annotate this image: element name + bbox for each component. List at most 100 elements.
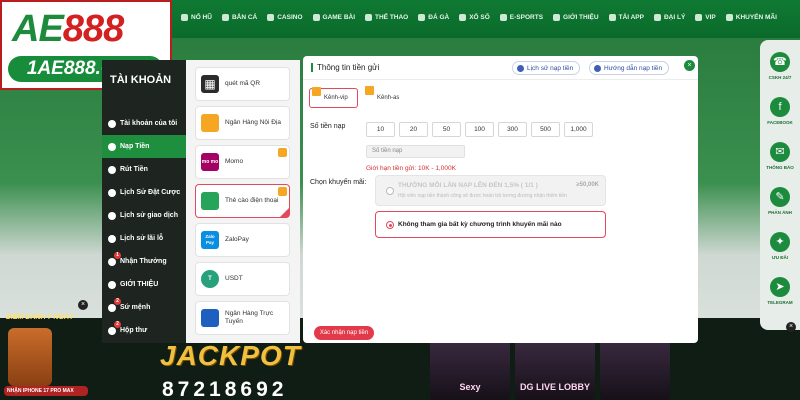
game-thumb-dg[interactable]: DG LIVE LOBBY xyxy=(515,340,595,400)
payment-method-3[interactable]: Thẻ cào điện thoại xyxy=(195,184,290,218)
payment-method-6[interactable]: Ngân Hàng Trực Tuyến xyxy=(195,301,290,335)
right-bar-label: THÔNG BÁO xyxy=(766,165,794,170)
payment-method-label: Momo xyxy=(225,158,244,165)
game-thumb-sexy[interactable]: Sexy xyxy=(430,340,510,400)
right-bar-item-5[interactable]: ➤ TELEGRAM xyxy=(764,273,796,317)
promo-option-desc: Hội viên nạp tiền thành công sẽ được hoà… xyxy=(398,193,567,199)
account-menu-item-4[interactable]: Lịch sử giao dịch xyxy=(102,204,186,227)
notification-badge: 1 xyxy=(114,252,121,259)
account-menu-label: Nhận Thưởng xyxy=(120,258,167,265)
nav-items: NỔ HŨ BẮN CÁ CASINO GAME BÀI THỂ THAO ĐÁ GÀ XỔ… xyxy=(176,14,782,21)
logo-wordmark: AE888 xyxy=(12,8,124,51)
payment-method-2[interactable]: mo mo Momo xyxy=(195,145,290,179)
menu-icon xyxy=(108,234,116,243)
nav-item-12[interactable]: KHUYẾN MÃI xyxy=(721,14,782,21)
nav-item-4[interactable]: THỂ THAO xyxy=(360,14,413,21)
account-menu-item-7[interactable]: GIỚI THIỆU xyxy=(102,273,186,296)
nav-label: XỔ SỐ xyxy=(469,14,490,21)
menu-icon xyxy=(108,142,116,151)
nav-icon xyxy=(418,14,426,21)
account-menu-label: Lịch sử lãi lỗ xyxy=(120,235,164,242)
channel-vip[interactable]: Kênh-vip xyxy=(309,87,358,108)
nav-item-10[interactable]: ĐẠI LÝ xyxy=(649,14,690,21)
nav-label: ĐÁ GÀ xyxy=(428,14,450,21)
promo-radio-selected xyxy=(386,221,394,229)
zalopay-icon: Zalo Pay xyxy=(201,231,219,249)
payment-method-1[interactable]: Ngân Hàng Nội Địa xyxy=(195,106,290,140)
amount-option-1,000[interactable]: 1,000 xyxy=(564,122,593,137)
nav-label: THỂ THAO xyxy=(375,14,409,21)
amount-option-500[interactable]: 500 xyxy=(531,122,560,137)
right-bar-item-4[interactable]: ✦ ƯU ĐÃI xyxy=(764,228,796,272)
account-menu-item-1[interactable]: Nạp Tiền xyxy=(102,135,186,158)
account-panel: TÀI KHOẢN Tài khoản của tôi Nạp Tiền Rút T… xyxy=(102,60,186,343)
right-bar-item-1[interactable]: f FACEBOOK xyxy=(764,93,796,137)
account-title: TÀI KHOẢN xyxy=(110,74,172,86)
deposit-guide-button[interactable]: Hướng dẫn nạp tiền xyxy=(589,61,670,75)
amount-option-10[interactable]: 10 xyxy=(366,122,395,137)
channel-label: Kênh-vip xyxy=(324,95,348,101)
nav-icon xyxy=(312,14,320,21)
right-bar-item-2[interactable]: ✉ THÔNG BÁO xyxy=(764,138,796,182)
nav-item-11[interactable]: VIP xyxy=(690,14,720,21)
amount-option-50[interactable]: 50 xyxy=(432,122,461,137)
nav-item-3[interactable]: GAME BÀI xyxy=(308,14,361,21)
account-menu-item-5[interactable]: Lịch sử lãi lỗ xyxy=(102,227,186,250)
jackpot-number: 87218692 xyxy=(162,378,288,400)
payment-method-label: quét mã QR xyxy=(225,80,261,87)
right-bar-item-0[interactable]: ☎ CSKH 24/7 xyxy=(764,48,796,92)
account-menu-label: Rút Tiền xyxy=(120,166,148,173)
nav-item-5[interactable]: ĐÁ GÀ xyxy=(413,14,454,21)
close-icon[interactable]: × xyxy=(684,60,695,71)
payment-method-5[interactable]: T USDT xyxy=(195,262,290,296)
amount-option-100[interactable]: 100 xyxy=(465,122,494,137)
amount-option-300[interactable]: 300 xyxy=(498,122,527,137)
account-menu-item-0[interactable]: Tài khoản của tôi xyxy=(102,112,186,135)
account-menu-item-6[interactable]: Nhận Thưởng 1 xyxy=(102,250,186,273)
nav-item-2[interactable]: CASINO xyxy=(262,14,307,21)
nav-item-7[interactable]: E-SPORTS xyxy=(495,14,548,21)
promo-close-icon[interactable]: × xyxy=(78,300,88,310)
nav-item-1[interactable]: BẮN CÁ xyxy=(217,14,262,21)
right-bar-label: FACEBOOK xyxy=(767,120,793,125)
jackpot-banner[interactable]: JACKPOT 87218692 xyxy=(150,340,380,400)
channel-as[interactable]: Kênh-as xyxy=(363,86,413,108)
form-header: Thông tin tiền gửi xyxy=(311,63,379,72)
nav-item-9[interactable]: TẢI APP xyxy=(604,14,649,21)
promo-option-min: ≥50,00K xyxy=(576,182,599,188)
header-divider xyxy=(303,79,698,80)
menu-icon xyxy=(108,188,116,197)
account-menu-item-9[interactable]: Hộp thư 2 xyxy=(102,319,186,342)
payment-method-4[interactable]: Zalo Pay ZaloPay xyxy=(195,223,290,257)
amount-input[interactable]: Số tiền nạp xyxy=(366,145,465,158)
confirm-deposit-button[interactable]: Xác nhận nạp tiền xyxy=(314,326,374,340)
payment-method-0[interactable]: ▦ quét mã QR xyxy=(195,67,290,101)
nav-item-6[interactable]: XỔ SỐ xyxy=(454,14,495,21)
logo-number: 888 xyxy=(62,8,124,50)
right-bar-close-icon[interactable]: × xyxy=(786,322,796,332)
header-accent-bar xyxy=(311,63,313,72)
amount-option-20[interactable]: 20 xyxy=(399,122,428,137)
right-bar-label: PHẢN ÁNH xyxy=(768,210,792,215)
daily-checkin-promo[interactable]: ĐIỂM DANH 7 NGÀY NHẬN IPHONE 17 PRO MAX xyxy=(0,300,90,400)
account-menu-label: Sứ mệnh xyxy=(120,304,151,311)
promo-option-none[interactable]: Không tham gia bất kỳ chương trình khuyế… xyxy=(375,211,606,238)
nav-icon xyxy=(181,14,188,21)
right-bar-item-3[interactable]: ✎ PHẢN ÁNH xyxy=(764,183,796,227)
nav-icon xyxy=(695,14,703,21)
nav-label: KHUYẾN MÃI xyxy=(735,14,777,21)
account-menu-item-2[interactable]: Rút Tiền xyxy=(102,158,186,181)
account-menu-item-8[interactable]: Sứ mệnh 2 xyxy=(102,296,186,319)
game-thumb-3[interactable] xyxy=(600,340,670,400)
nav-label: GAME BÀI xyxy=(322,14,356,21)
deposit-history-button[interactable]: Lịch sử nạp tiền xyxy=(512,61,581,75)
account-menu-label: Lịch Sử Đặt Cược xyxy=(120,189,181,196)
account-menu-item-3[interactable]: Lịch Sử Đặt Cược xyxy=(102,181,186,204)
phone-image xyxy=(8,328,52,386)
payment-method-label: Ngân Hàng Nội Địa xyxy=(225,119,282,126)
nav-item-8[interactable]: GIỚI THIỆU xyxy=(548,14,604,21)
nav-label: ĐẠI LÝ xyxy=(663,14,686,21)
payment-methods: ▦ quét mã QR Ngân Hàng Nội Địa mo mo Momo Thẻ… xyxy=(186,60,300,343)
nav-item-0[interactable]: NỔ HŨ xyxy=(176,14,217,21)
deposit-limit-text: Giới hạn tiền gửi: 10K - 1,000K xyxy=(366,165,456,172)
